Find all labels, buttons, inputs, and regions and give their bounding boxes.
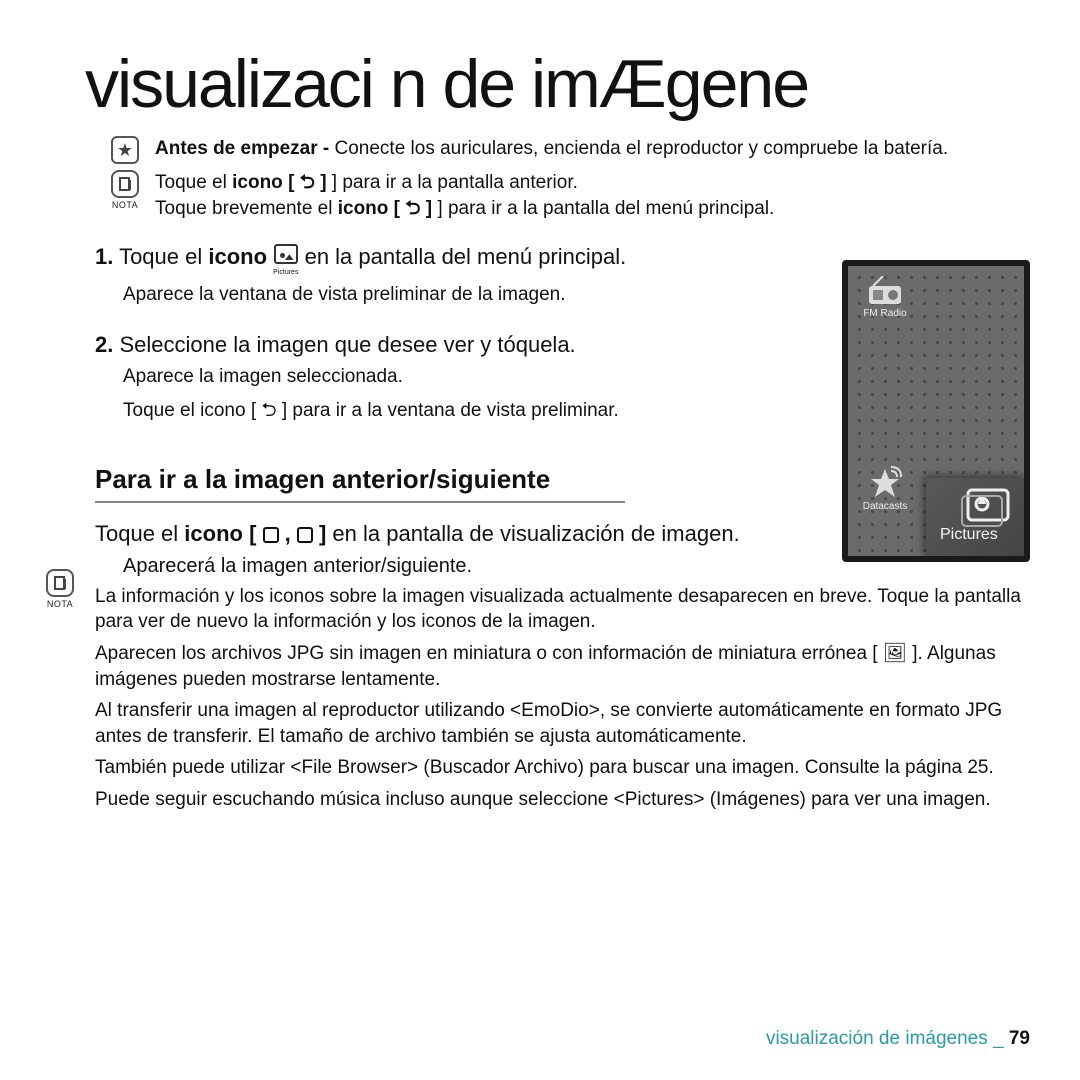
- footer-section: visualización de imágenes _: [766, 1028, 1009, 1049]
- note-bullet: Al transferir una imagen al reproductor …: [95, 698, 1040, 749]
- sub-body-pre: Toque el: [95, 521, 184, 546]
- note-bullet: Aparecen los archivos JPG sin imagen en …: [95, 641, 1040, 692]
- note-icon-2: [46, 569, 74, 597]
- before-start-label: Antes de empezar -: [155, 138, 335, 159]
- step-2-sub2: Toque el icono [ ⮌ ] para ir a la ventan…: [123, 398, 755, 424]
- note-bullet: La información y los iconos sobre la ima…: [95, 584, 1040, 635]
- note-1a-pre: Toque el: [155, 172, 232, 193]
- step-1-icono: icono: [208, 244, 273, 269]
- left-box-icon: [263, 527, 279, 543]
- sub-body-end: en la pantalla de visualización de image…: [332, 521, 739, 546]
- footer-page-number: 79: [1009, 1028, 1030, 1049]
- note-1b-bold: icono [: [338, 198, 400, 219]
- device-fm-radio-icon: FM Radio: [854, 276, 916, 319]
- nota-label-2: NOTA: [35, 599, 85, 609]
- step-1-pre: Toque el: [113, 244, 208, 269]
- note-icon-block-2: NOTA: [35, 569, 85, 609]
- step-2-text: Seleccione la imagen que desee ver y tóq…: [113, 332, 575, 357]
- note-1b-pre: Toque brevemente el: [155, 198, 338, 219]
- star-icon: ★: [95, 136, 155, 164]
- step-1-number: 1.: [95, 244, 113, 269]
- note-1a-bold: icono [: [232, 172, 294, 193]
- step-1-sub: Aparece la ventana de vista preliminar d…: [123, 282, 755, 308]
- device-datacasts-icon: Datacasts: [854, 465, 916, 512]
- right-box-icon: [297, 527, 313, 543]
- nota-label-1: NOTA: [95, 200, 155, 210]
- note-1b-post: ] para ir a la pantalla del menú princip…: [437, 198, 774, 219]
- note-icon: [111, 170, 139, 198]
- note-1a-post: ] para ir a la pantalla anterior.: [332, 172, 578, 193]
- device-screenshot: FM Radio Datacasts Pictures: [842, 260, 1030, 562]
- page-footer: visualización de imágenes _ 79: [766, 1028, 1030, 1050]
- step-2-sub1: Aparece la imagen seleccionada.: [123, 364, 755, 390]
- page-title: visualizaci n de imÆgene: [85, 50, 1040, 118]
- subheading-prev-next: Para ir a la imagen anterior/siguiente: [95, 464, 625, 503]
- pictures-icon: Pictures: [273, 239, 298, 278]
- sub-indent-text: Aparecerá la imagen anterior/siguiente.: [123, 555, 1040, 578]
- step-1-post: en la pantalla del menú principal.: [305, 244, 627, 269]
- sub-body-bold: icono [: [184, 521, 262, 546]
- step-2-number: 2.: [95, 332, 113, 357]
- before-start-text: Conecte los auriculares, encienda el rep…: [335, 138, 949, 159]
- note-bullet: Puede seguir escuchando música incluso a…: [95, 787, 1040, 813]
- back-icon-2: ⮌: [400, 198, 426, 219]
- back-icon: ⮌: [294, 172, 320, 193]
- note-icon-block: NOTA: [95, 170, 155, 210]
- note-bullet: También puede utilizar <File Browser> (B…: [95, 755, 1040, 781]
